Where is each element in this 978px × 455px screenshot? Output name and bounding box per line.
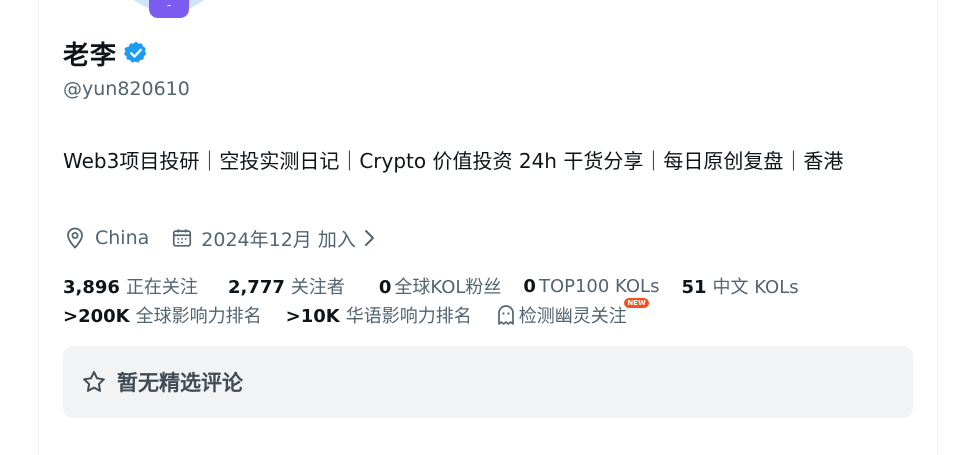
- followers-label: 关注者: [290, 277, 345, 298]
- joined-item[interactable]: 2024年12月 加入: [171, 225, 386, 252]
- kol-followers-count: 0: [378, 277, 392, 298]
- following-count: 3,896: [63, 277, 120, 298]
- top100-stat[interactable]: 0 TOP100 KOLs: [523, 276, 659, 297]
- followers-count: 2,777: [227, 277, 285, 298]
- top100-label: TOP100 KOLs: [538, 275, 660, 297]
- global-rank-stat[interactable]: >200K 全球影响力排名: [63, 302, 262, 328]
- following-label: 正在关注: [125, 277, 198, 298]
- chevron-right-icon: [364, 230, 374, 246]
- profile-name: 老李: [63, 40, 118, 71]
- global-rank-value: >200K: [63, 306, 130, 327]
- ghost-follow-check-button[interactable]: 检测幽灵关注 NEW: [496, 298, 649, 328]
- profile-name-row: 老李: [63, 36, 149, 71]
- global-rank-label: 全球影响力排名: [135, 306, 262, 327]
- location-pin-icon: [67, 227, 83, 249]
- cn-kol-label: 中文 KOLs: [712, 277, 799, 298]
- kol-followers-stat[interactable]: 0 全球KOL粉丝: [379, 273, 502, 299]
- calendar-icon: [173, 229, 192, 247]
- cn-kol-stat[interactable]: 51 中文 KOLs: [681, 273, 798, 299]
- location-text: China: [95, 227, 150, 249]
- new-badge: NEW: [624, 298, 649, 308]
- cn-rank-stat[interactable]: >10K 华语影响力排名: [286, 302, 472, 328]
- star-outline-icon: [83, 371, 105, 392]
- column-border-right: [937, 0, 938, 455]
- location-item: China: [63, 226, 149, 250]
- featured-empty-text: 暂无精选评论: [117, 371, 243, 395]
- profile-bio: Web3项目投研｜空投实测日记｜Crypto 价值投资 24h 干货分享｜每日原…: [63, 149, 844, 173]
- following-stat[interactable]: 3,896 正在关注: [63, 273, 198, 299]
- cn-rank-value: >10K: [285, 306, 340, 327]
- cn-rank-label: 华语影响力排名: [345, 306, 472, 327]
- cn-kol-count: 51: [681, 277, 707, 298]
- verified-badge-icon[interactable]: [123, 40, 149, 66]
- stats-row-2: >200K 全球影响力排名 >10K 华语影响力排名 检测幽灵关注 NEW: [63, 298, 649, 328]
- followers-stat[interactable]: 2,777 关注者: [228, 273, 345, 299]
- ghost-follow-label: 检测幽灵关注: [518, 306, 627, 327]
- top100-count: 0: [523, 275, 536, 297]
- stats-row-1: 3,896 正在关注 2,777 关注者 0 全球KOL粉丝 0 TOP100 …: [63, 273, 799, 299]
- profile-meta: China 2024年12月 加入: [63, 224, 386, 252]
- featured-comments-card: 暂无精选评论: [63, 346, 913, 418]
- avatar-badge: -: [149, 0, 189, 18]
- kol-followers-label: 全球KOL粉丝: [394, 277, 502, 298]
- column-border-left: [38, 0, 39, 455]
- ghost-icon: [497, 305, 514, 325]
- profile-handle: @yun820610: [63, 78, 190, 100]
- joined-text: 2024年12月 加入: [201, 228, 356, 251]
